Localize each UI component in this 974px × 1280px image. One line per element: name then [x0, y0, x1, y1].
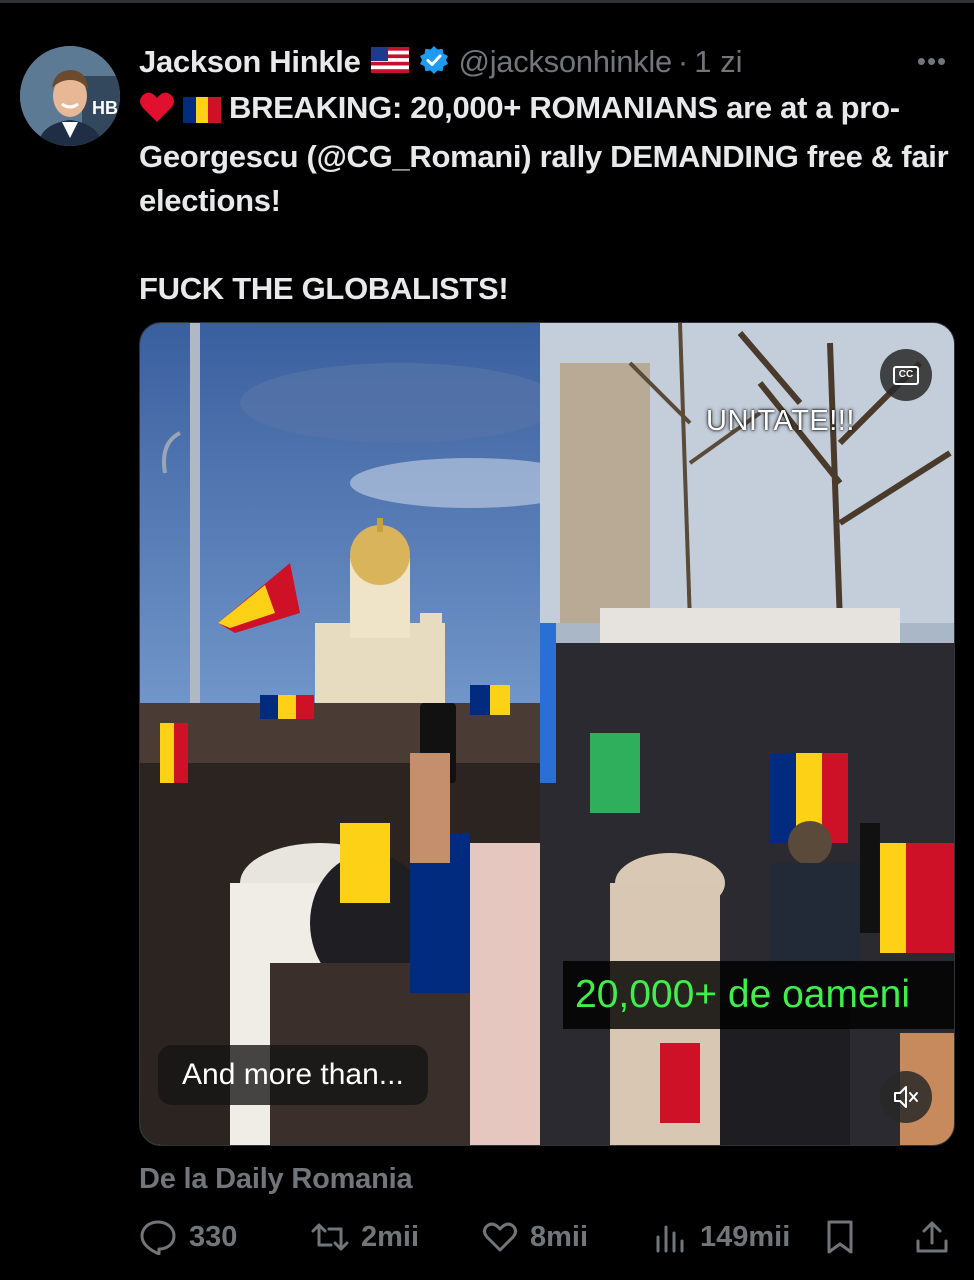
reply-count: 330 [189, 1220, 238, 1253]
action-bar: 330 2mii 8mii 149mii [139, 1212, 959, 1262]
bookmark-icon [827, 1220, 853, 1254]
mute-icon [894, 1086, 918, 1108]
author-name[interactable]: Jackson Hinkle [139, 44, 361, 80]
author-handle[interactable]: @jacksonhinkle [459, 44, 673, 80]
cc-icon: CC [893, 365, 919, 385]
video-caption: And more than... [158, 1045, 428, 1105]
views-button[interactable]: 149mii [654, 1212, 790, 1262]
mute-button[interactable] [880, 1071, 932, 1123]
like-icon [483, 1222, 517, 1252]
repost-icon [311, 1223, 349, 1251]
post-time[interactable]: 1 zi [694, 44, 742, 80]
post-text: BREAKING: 20,000+ ROMANIANS are at a pro… [139, 86, 959, 311]
share-icon [916, 1221, 948, 1253]
overlay-count-text: 20,000+ de oameni [575, 973, 911, 1016]
bookmark-button[interactable] [825, 1212, 855, 1262]
reply-button[interactable]: 330 [139, 1212, 237, 1262]
heart-emoji-icon [139, 91, 175, 135]
video-player[interactable]: CC UNITATE!!! 20,000+ de oameni And more… [139, 322, 955, 1146]
top-divider [0, 0, 974, 3]
romania-flag-icon [183, 91, 221, 135]
avatar[interactable]: HB [20, 46, 120, 146]
post-header: Jackson Hinkle @jacksonhinkle · 1 zi [139, 40, 743, 84]
video-overlay-count: 20,000+ de oameni [563, 961, 954, 1029]
like-count: 8mii [530, 1220, 589, 1253]
repost-count: 2mii [361, 1220, 420, 1253]
share-button[interactable] [914, 1212, 950, 1262]
more-options-button[interactable]: ••• [912, 46, 952, 76]
reply-icon [140, 1220, 176, 1255]
video-left-panel [140, 323, 540, 1145]
video-overlay-unitate: UNITATE!!! [706, 405, 855, 437]
views-icon [656, 1225, 684, 1253]
source-attribution[interactable]: De la Daily Romania [139, 1163, 413, 1196]
separator-dot: · [677, 44, 689, 79]
repost-button[interactable]: 2mii [311, 1212, 419, 1262]
like-button[interactable]: 8mii [482, 1212, 588, 1262]
us-flag-icon [370, 46, 409, 78]
svg-text:HB: HB [92, 98, 118, 118]
captions-button[interactable]: CC [880, 349, 932, 401]
views-count: 149mii [700, 1220, 791, 1253]
post-text-body: BREAKING: 20,000+ ROMANIANS are at a pro… [139, 90, 949, 218]
verified-badge-icon [419, 45, 449, 80]
post-text-line2: FUCK THE GLOBALISTS! [139, 271, 509, 306]
